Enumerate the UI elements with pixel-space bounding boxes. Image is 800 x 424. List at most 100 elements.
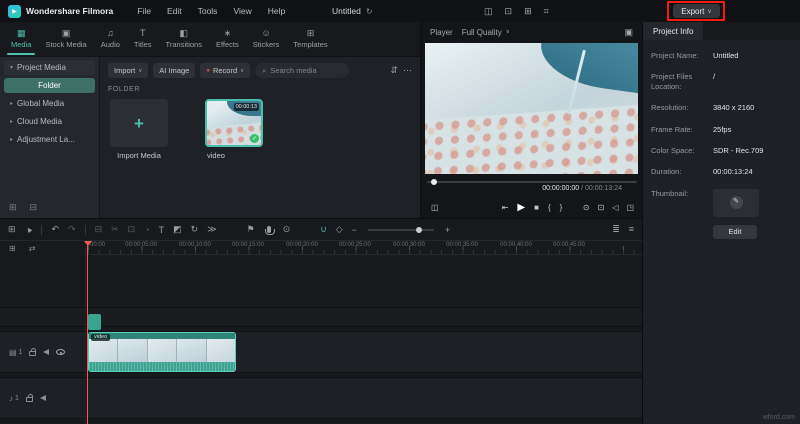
color-tool-icon[interactable]: ◩: [173, 224, 182, 235]
timeline-zoom-slider[interactable]: [368, 226, 435, 233]
chevron-down-icon: ∨: [505, 29, 510, 35]
keyframe-icon[interactable]: ◇: [336, 224, 343, 235]
clip-head-tab[interactable]: [88, 314, 101, 330]
text-tool-icon[interactable]: T: [159, 225, 165, 235]
project-status-icon[interactable]: ↻: [366, 7, 373, 16]
tab-transitions[interactable]: ◧ Transitions: [159, 22, 209, 56]
screen-record-icon[interactable]: ⊙: [283, 224, 291, 235]
search-placeholder: Search media: [270, 66, 317, 75]
total-time: / 00:00:13:24: [579, 185, 622, 192]
field-duration: Duration: 00:00:13:24: [651, 167, 753, 177]
more-options-icon[interactable]: ⋯: [403, 65, 412, 76]
snap-icon[interactable]: ∪: [320, 224, 327, 235]
speed-icon[interactable]: ◔: [144, 225, 149, 235]
sidebar-item-folder[interactable]: Folder: [4, 78, 95, 93]
zoom-slider-handle[interactable]: [415, 226, 422, 233]
chevron-down-icon: ∨: [138, 67, 143, 74]
lock-track-icon[interactable]: [25, 394, 33, 402]
stop-icon[interactable]: ■: [534, 203, 539, 212]
tab-stickers[interactable]: ☺ Stickers: [246, 22, 287, 56]
add-folder-icon[interactable]: ⊞: [9, 202, 17, 213]
edit-button[interactable]: Edit: [713, 224, 757, 239]
audio-track-header: ♪ 1: [0, 378, 85, 418]
volume-icon[interactable]: ◁: [612, 203, 618, 212]
more-tools-icon[interactable]: ≫: [207, 224, 216, 235]
playhead[interactable]: [84, 241, 92, 424]
audio-track[interactable]: ♪ 1: [0, 377, 642, 419]
delete-icon[interactable]: ⊟: [95, 224, 103, 235]
grid-icon[interactable]: ⊞: [524, 6, 532, 17]
tab-titles[interactable]: T Titles: [127, 22, 159, 56]
menu-edit[interactable]: Edit: [167, 6, 182, 16]
zoom-out-icon[interactable]: −: [352, 225, 357, 235]
edit-thumbnail-icon[interactable]: ✎: [729, 196, 743, 210]
tab-audio[interactable]: ♫ Audio: [94, 22, 127, 56]
mute-track-icon[interactable]: [43, 349, 50, 355]
compare-icon[interactable]: ◫: [431, 203, 439, 212]
pointer-tool-icon[interactable]: ▲: [23, 224, 35, 236]
split-icon[interactable]: ✂: [111, 224, 119, 235]
transform-icon[interactable]: ↻: [191, 224, 199, 235]
import-media-button[interactable]: +: [110, 99, 168, 147]
marker-icon[interactable]: ⚑: [247, 224, 255, 235]
manage-tracks-icon[interactable]: ⊞: [9, 244, 16, 253]
search-input[interactable]: ⌕ Search media: [255, 63, 350, 78]
tab-media[interactable]: ▦ Media: [4, 22, 38, 56]
sidebar-item-adjustment-layer[interactable]: ▸ Adjustment La...: [4, 132, 95, 147]
keyboard-icon[interactable]: ⌗: [544, 6, 549, 17]
previous-frame-icon[interactable]: ⇤: [502, 203, 509, 212]
timeline-ruler[interactable]: 00:00 00:00:05:00 00:00:10:00 00:00:15:0…: [86, 241, 642, 255]
sidebar-item-cloud-media[interactable]: ▸ Cloud Media: [4, 114, 95, 129]
crop-tool-icon[interactable]: ⊡: [128, 224, 136, 235]
stock-media-icon: ▣: [61, 28, 71, 38]
video-track-label: ▤ 1: [9, 347, 23, 357]
snapshot-icon[interactable]: ⊙: [583, 203, 590, 212]
media-grid: + Import Media 00:00:13 ✓ video: [108, 99, 412, 160]
ai-image-button[interactable]: AI Image: [153, 63, 196, 78]
timeline-video-clip[interactable]: video: [88, 332, 236, 372]
ruler-label: 00:00:05:00: [125, 242, 157, 248]
undo-icon[interactable]: ↶: [51, 224, 59, 235]
tab-effects[interactable]: ∗ Effects: [209, 22, 246, 56]
capture-icon[interactable]: ⊡: [505, 6, 513, 17]
menu-view[interactable]: View: [233, 6, 251, 16]
field-color-space: Color Space: SDR - Rec.709: [651, 145, 764, 155]
menu-help[interactable]: Help: [268, 6, 285, 16]
track-options-icon[interactable]: ≣: [612, 224, 620, 235]
sidebar-item-global-media[interactable]: ▸ Global Media: [4, 96, 95, 111]
tab-project-info[interactable]: Project Info: [643, 22, 704, 40]
zoom-in-icon[interactable]: +: [445, 225, 450, 235]
layout-icon[interactable]: ◫: [484, 6, 493, 17]
tab-templates[interactable]: ⊞ Templates: [286, 22, 334, 56]
export-button[interactable]: Export ∨: [673, 4, 720, 18]
play-icon[interactable]: ▶: [517, 202, 525, 213]
quality-dropdown[interactable]: Full Quality ∨: [462, 28, 510, 37]
mark-out-icon[interactable]: }: [560, 203, 563, 212]
import-button[interactable]: Import ∨: [108, 63, 149, 78]
timeline-settings-icon[interactable]: ≡: [629, 224, 634, 235]
display-settings-icon[interactable]: ▣: [624, 27, 633, 38]
voiceover-mic-icon[interactable]: [264, 226, 275, 235]
fullscreen-icon[interactable]: ◳: [626, 203, 634, 212]
crop-icon[interactable]: ⊡: [598, 203, 605, 212]
redo-icon[interactable]: ↷: [68, 224, 76, 235]
menu-file[interactable]: File: [137, 6, 151, 16]
seek-handle[interactable]: [431, 179, 437, 185]
sidebar-item-project-media[interactable]: ▾ Project Media: [4, 60, 95, 75]
video-thumbnail[interactable]: 00:00:13 ✓: [205, 99, 263, 147]
menu-tools[interactable]: Tools: [198, 6, 218, 16]
link-tracks-icon[interactable]: ⇄: [29, 244, 36, 253]
tab-stock-media[interactable]: ▣ Stock Media: [38, 22, 93, 56]
filter-icon[interactable]: ⇵: [390, 65, 398, 76]
transitions-icon: ◧: [179, 28, 188, 38]
record-button[interactable]: ● Record ∨: [200, 63, 251, 78]
remove-folder-icon[interactable]: ⊟: [30, 202, 38, 213]
audio-track-icon: ♪: [9, 393, 13, 403]
filmora-logo-icon: ▶: [8, 4, 21, 18]
mute-track-icon[interactable]: [39, 395, 46, 401]
mark-in-icon[interactable]: {: [548, 203, 551, 212]
player-controls-right: ⊙ ⊡ ◁ ◳: [583, 203, 634, 212]
media-view-icon[interactable]: ⊞: [8, 224, 16, 235]
lock-track-icon[interactable]: [29, 348, 37, 356]
hide-track-icon[interactable]: [56, 349, 66, 355]
